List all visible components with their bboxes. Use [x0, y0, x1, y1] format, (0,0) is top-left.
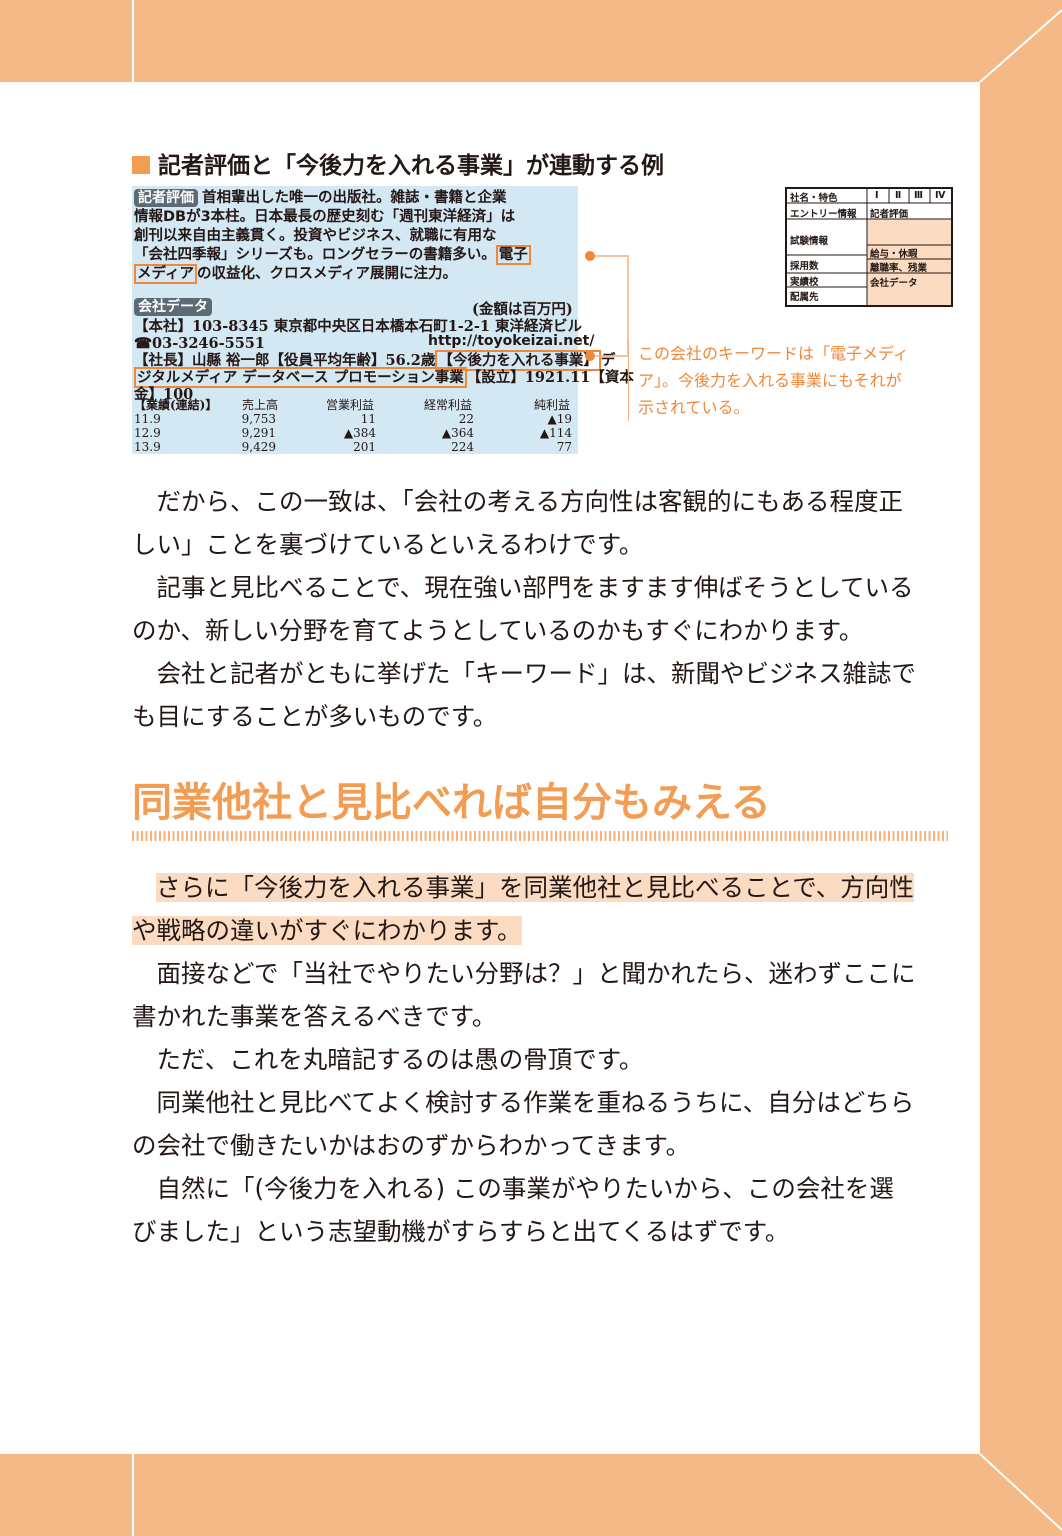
paragraph-2: 記事と見比べることで、現在強い部門をますます伸ばそうとしている のか、新しい分野を… — [132, 573, 914, 645]
mini-roman-3: Ⅲ — [914, 190, 923, 201]
section-title: 同業他社と見比べれば自分もみえる — [132, 780, 771, 826]
paragraph-7: 同業他社と見比べてよく検討する作業を重ねるうちに、自分はどちら の会社で働きたいか… — [132, 1088, 915, 1160]
mini-row-assignment: 配属先 — [790, 292, 819, 303]
mini-roman-4: Ⅳ — [935, 190, 946, 201]
paragraph-5: 面接などで「当社でやりたい分野は？」と聞かれたら、迷わずここに 書かれた事業を答え… — [132, 959, 916, 1031]
mini-row-review: 記者評価 — [870, 209, 909, 220]
mini-row-turnover: 離職率、残業 — [870, 263, 928, 274]
mini-row-exam: 試験情報 — [790, 236, 829, 247]
mini-row-hires: 採用数 — [790, 261, 819, 272]
paragraph-3: 会社と記者がともに挙げた「キーワード」は、新聞やビジネス雑誌で も目にすることが多… — [132, 659, 916, 731]
mini-roman-2: Ⅱ — [895, 190, 902, 201]
paragraph-4-highlighted: さらに「今後力を入れる事業」を同業他社と見比べることで、方向性 や戦略の違いがす… — [132, 873, 914, 945]
mini-row-salary: 給与・休暇 — [870, 249, 918, 260]
mini-roman-1: Ⅰ — [875, 190, 879, 201]
section-dashed-rule — [132, 831, 948, 841]
mini-row-company-data: 会社データ — [870, 278, 918, 289]
paragraph-8: 自然に「(今後力を入れる) この事業がやりたいから、この会社を選 びました」という… — [132, 1174, 894, 1246]
entry-layout-mini-table: 社名・特色 Ⅰ Ⅱ Ⅲ Ⅳ エントリー情報 記者評価 試験情報 給与・休暇 採用… — [785, 187, 953, 307]
mini-row-schools: 実績校 — [790, 277, 819, 288]
figure-caption: この会社のキーワードは「電子メディ ア」。今後力を入れる事業にもそれが 示されて… — [628, 340, 968, 421]
mini-row-company: 社名・特色 — [790, 193, 838, 204]
paragraph-1: だから、この一致は、「会社の考える方向性は客観的にもある程度正 しい」ことを裏づけ… — [132, 487, 904, 559]
paragraph-6: ただ、これを丸暗記するのは愚の骨頂です。 — [132, 1045, 644, 1074]
mini-row-entry: エントリー情報 — [790, 209, 857, 220]
